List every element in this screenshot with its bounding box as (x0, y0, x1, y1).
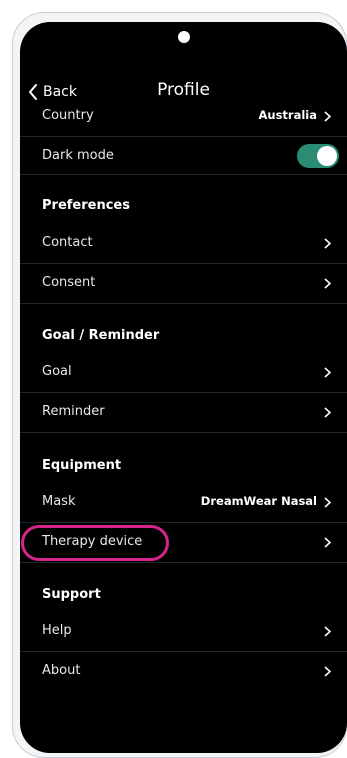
consent-row[interactable]: Consent (20, 264, 347, 304)
dark-mode-row: Dark mode (20, 137, 347, 175)
chevron-right-icon (324, 537, 331, 548)
country-label: Country (42, 108, 94, 123)
country-value: Australia (258, 108, 317, 122)
chevron-right-icon (324, 497, 331, 508)
therapy-device-row[interactable]: Therapy device (20, 523, 347, 563)
reminder-row[interactable]: Reminder (20, 393, 347, 433)
section-support: Support (42, 587, 101, 602)
section-equipment: Equipment (42, 458, 122, 473)
help-label: Help (42, 623, 72, 638)
consent-label: Consent (42, 275, 96, 290)
reminder-label: Reminder (42, 404, 105, 419)
help-row[interactable]: Help (20, 612, 347, 652)
mask-value: DreamWear Nasal (200, 494, 317, 508)
chevron-right-icon (324, 626, 331, 637)
contact-label: Contact (42, 235, 93, 250)
goal-row[interactable]: Goal (20, 353, 347, 393)
chevron-right-icon (324, 278, 331, 289)
dark-mode-toggle[interactable] (297, 144, 339, 168)
chevron-right-icon (324, 111, 331, 122)
chevron-right-icon (324, 367, 331, 378)
therapy-device-label: Therapy device (42, 534, 143, 549)
chevron-right-icon (324, 407, 331, 418)
goal-label: Goal (42, 364, 72, 379)
section-preferences: Preferences (42, 198, 130, 213)
camera-dot (178, 31, 190, 43)
chevron-right-icon (324, 666, 331, 677)
mask-label: Mask (42, 494, 76, 509)
chevron-right-icon (324, 238, 331, 249)
about-label: About (42, 663, 81, 678)
about-row[interactable]: About (20, 652, 347, 692)
dark-mode-label: Dark mode (42, 148, 114, 163)
mask-row[interactable]: Mask DreamWear Nasal (20, 483, 347, 523)
toggle-knob (317, 146, 337, 166)
section-goal-reminder: Goal / Reminder (42, 328, 160, 343)
phone-screen: Back Profile Country Australia Dark mode… (20, 22, 347, 753)
country-row[interactable]: Country Australia (20, 97, 347, 137)
contact-row[interactable]: Contact (20, 224, 347, 264)
